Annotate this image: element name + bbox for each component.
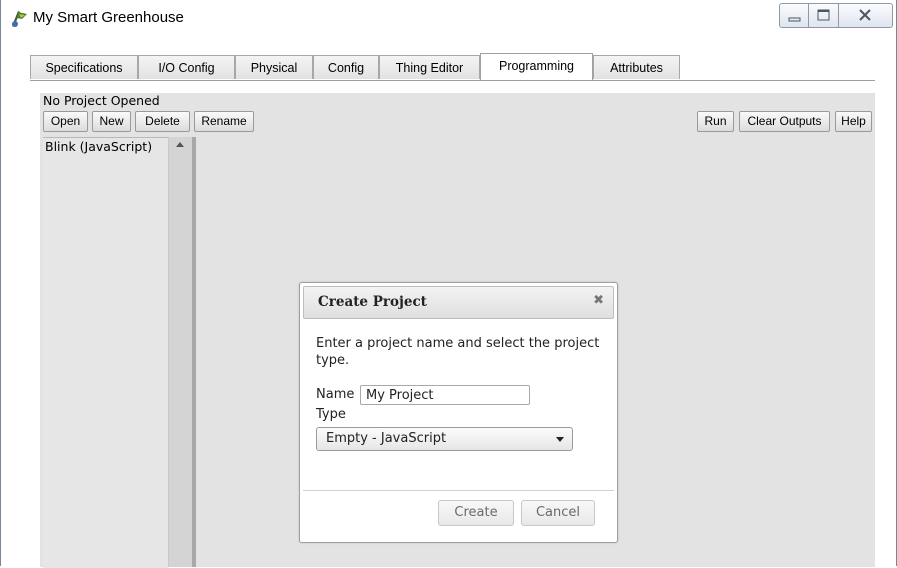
tab-config[interactable]: Config	[313, 55, 379, 79]
title-bar[interactable]: My Smart Greenhouse	[1, 0, 896, 36]
minimize-icon	[788, 17, 801, 22]
project-name-input[interactable]	[360, 385, 530, 405]
delete-button[interactable]: Delete	[135, 111, 190, 132]
maximize-icon	[817, 9, 830, 21]
name-label: Name	[316, 387, 355, 402]
open-button[interactable]: Open	[43, 111, 88, 132]
tab-io-config[interactable]: I/O Config	[138, 55, 235, 79]
create-project-dialog: Create Project ✖ Enter a project name an…	[299, 282, 618, 543]
maximize-button[interactable]	[809, 3, 839, 28]
tab-attributes[interactable]: Attributes	[593, 55, 680, 79]
rename-button[interactable]: Rename	[194, 111, 254, 132]
help-button[interactable]: Help	[835, 111, 872, 132]
project-status: No Project Opened	[43, 93, 160, 108]
create-button[interactable]: Create	[438, 500, 514, 526]
cancel-button[interactable]: Cancel	[521, 500, 595, 526]
tab-specifications[interactable]: Specifications	[30, 55, 138, 79]
minimize-button[interactable]	[779, 3, 809, 28]
project-type-select[interactable]: Empty - JavaScript	[316, 427, 573, 451]
project-type-value: Empty - JavaScript	[326, 431, 447, 446]
clear-outputs-button[interactable]: Clear Outputs	[739, 111, 830, 132]
dialog-divider	[303, 490, 614, 491]
dialog-title: Create Project	[318, 294, 427, 310]
chevron-down-icon	[556, 437, 564, 442]
close-button[interactable]	[839, 3, 893, 28]
dialog-description: Enter a project name and select the proj…	[316, 336, 600, 368]
new-button[interactable]: New	[92, 111, 131, 132]
close-icon[interactable]: ✖	[593, 293, 604, 308]
app-icon	[12, 11, 27, 27]
dialog-header[interactable]: Create Project ✖	[303, 286, 614, 319]
tab-programming[interactable]: Programming	[480, 53, 593, 80]
app-window: My Smart Greenhouse Specifications I/O C…	[0, 0, 897, 568]
project-list-scrollbar[interactable]	[168, 137, 193, 567]
tab-physical[interactable]: Physical	[235, 55, 313, 79]
project-list: Blink (JavaScript)	[43, 137, 168, 568]
list-item[interactable]: Blink (JavaScript)	[45, 139, 152, 154]
tab-thing-editor[interactable]: Thing Editor	[379, 55, 480, 79]
run-button[interactable]: Run	[697, 111, 734, 132]
chevron-up-icon[interactable]	[176, 142, 184, 147]
window-title: My Smart Greenhouse	[33, 9, 184, 26]
type-label: Type	[316, 407, 346, 422]
close-icon	[859, 9, 871, 21]
